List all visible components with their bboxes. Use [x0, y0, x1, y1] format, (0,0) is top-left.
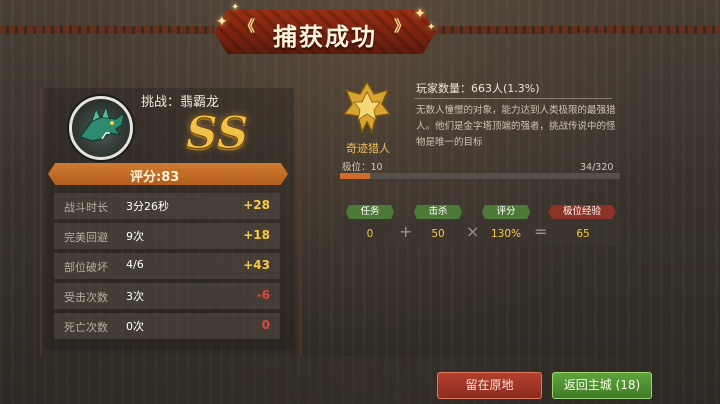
banner-stripe-right [436, 26, 720, 34]
sparkle-icon: ✦ [231, 2, 240, 13]
player-count: 玩家数量：663人(1.3%) [416, 82, 540, 95]
stat-bonus: +43 [243, 258, 270, 272]
exp-header-score: 评分 [482, 205, 530, 219]
stay-here-button[interactable]: 留在原地 [437, 372, 542, 399]
banner-right-deco: 》 [394, 17, 410, 35]
equals-operator: = [534, 222, 548, 241]
sparkle-icon: ✦ [427, 22, 436, 33]
stat-bonus: +28 [243, 198, 270, 212]
stat-row: 死亡次数 0次 0 [54, 313, 280, 339]
stat-row: 受击次数 3次 -6 [54, 283, 280, 309]
grade-badge: SS [186, 108, 250, 160]
stat-row: 完美回避 9次 +18 [54, 223, 280, 249]
frame-line-left [40, 86, 42, 356]
stat-bonus: 0 [261, 318, 270, 332]
stat-label: 完美回避 [64, 231, 108, 244]
stat-label: 战斗时长 [64, 201, 108, 214]
plus-operator: + [399, 222, 413, 241]
stat-bonus: -6 [256, 288, 270, 302]
rank-progress-fill [340, 173, 370, 179]
banner-stripe-left [0, 26, 214, 34]
stat-value: 9次 [126, 230, 144, 243]
sparkle-icon: ✦ [216, 14, 228, 30]
exp-header-mission: 任务 [346, 205, 394, 219]
divider [414, 98, 612, 99]
stat-label: 死亡次数 [64, 321, 108, 334]
sparkle-icon: ✦ [414, 6, 426, 22]
stat-value: 3分26秒 [126, 200, 169, 213]
hunter-rank-badge-icon [342, 80, 392, 138]
stat-label: 受击次数 [64, 291, 108, 304]
banner-left-deco: 《 [240, 17, 256, 35]
stat-bonus: +18 [243, 228, 270, 242]
stat-label: 部位破坏 [64, 261, 108, 274]
exp-value-rank: 65 [576, 228, 590, 240]
stat-row: 战斗时长 3分26秒 +28 [54, 193, 280, 219]
frame-line-mid [300, 86, 302, 356]
rank-level-label: 极位：10 [342, 162, 383, 173]
stat-value: 4/6 [126, 258, 144, 271]
rank-progress-text: 34/320 [580, 162, 614, 173]
return-to-town-button[interactable]: 返回主城 (18) [552, 372, 652, 399]
stat-value: 3次 [126, 290, 144, 303]
multiply-operator: × [466, 222, 480, 241]
rank-title: 奇迹猎人 [346, 142, 390, 155]
exp-value-mission: 0 [366, 228, 374, 240]
exp-value-score: 130% [490, 228, 522, 240]
exp-header-kill: 击杀 [414, 205, 462, 219]
monster-portrait-icon [69, 96, 133, 160]
stat-value: 0次 [126, 320, 144, 333]
rank-progress-bar [340, 173, 620, 179]
stat-row: 部位破坏 4/6 +43 [54, 253, 280, 279]
exp-value-kill: 50 [431, 228, 445, 240]
score-label: 评分:83 [130, 170, 180, 185]
rank-description: 无数人憧憬的对象，能力达到人类极限的最强猎人。他们是金字塔顶端的强者，挑战传说中… [416, 105, 616, 148]
exp-header-rank: 极位经验 [548, 205, 616, 219]
